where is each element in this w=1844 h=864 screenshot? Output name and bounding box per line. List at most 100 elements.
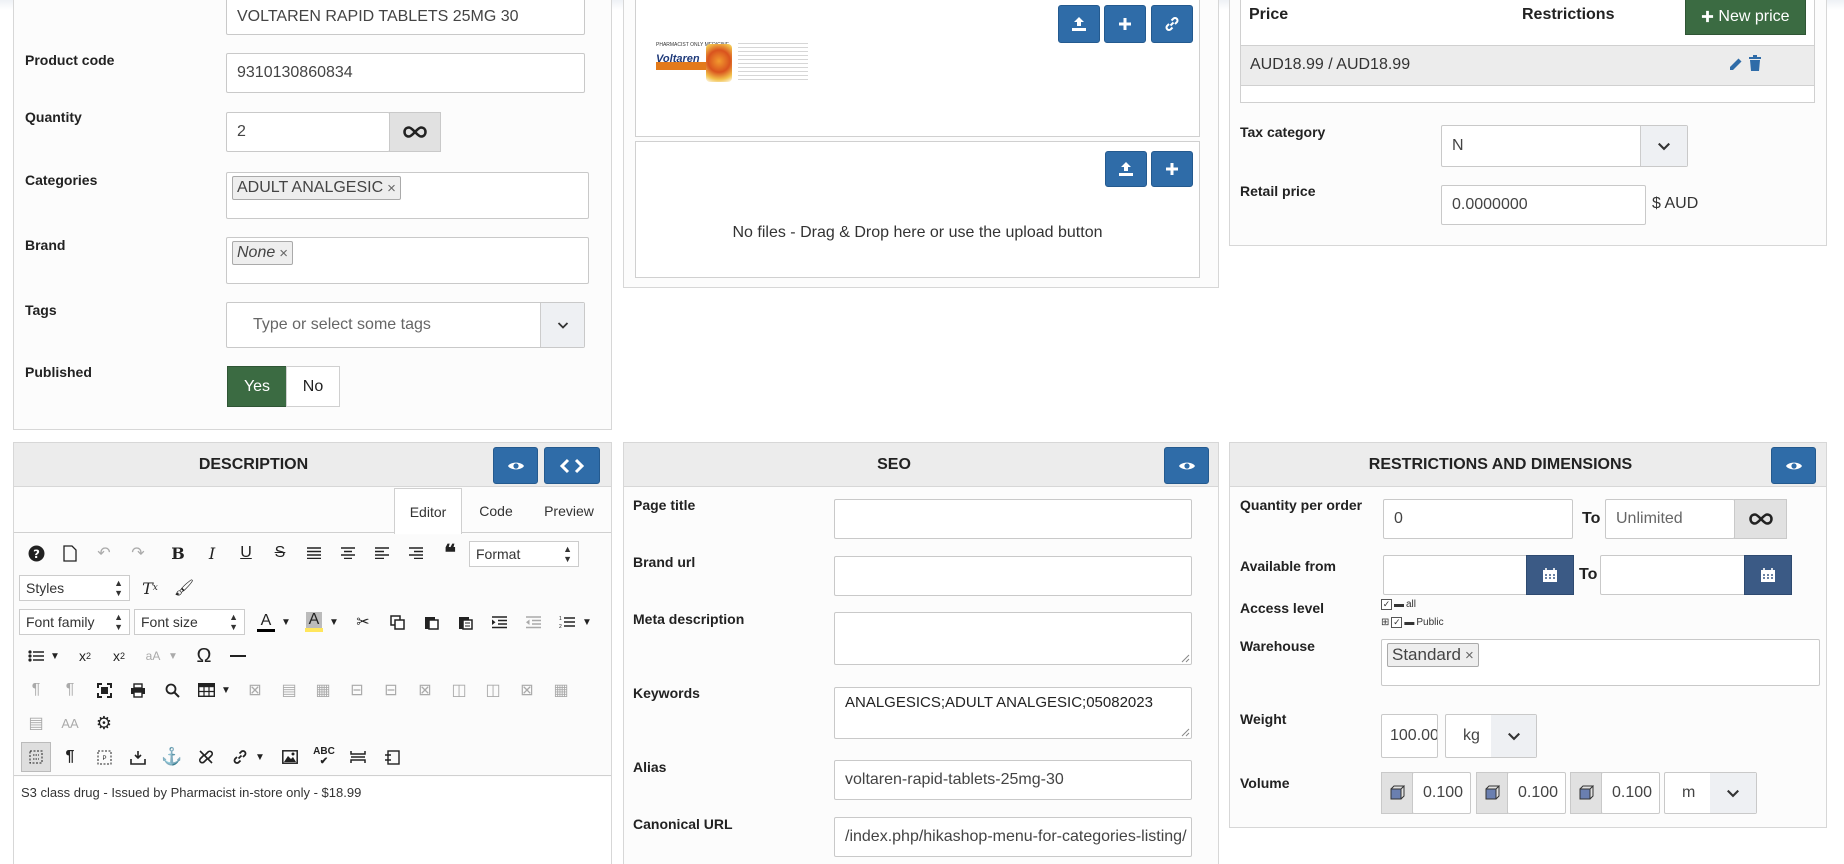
resize-grip-icon[interactable]	[1180, 727, 1190, 737]
horizontal-rule-icon[interactable]	[223, 641, 253, 671]
upload-file-button[interactable]	[1105, 151, 1147, 187]
new-document-icon[interactable]	[55, 538, 85, 568]
access-public-row[interactable]: ⊞ ✓ ▬ Public	[1381, 615, 1444, 629]
image-icon[interactable]	[275, 742, 305, 772]
underline-icon[interactable]: U	[231, 538, 261, 568]
volume-unit-toggle[interactable]	[1710, 773, 1756, 813]
brand-url-input[interactable]	[834, 556, 1192, 596]
checkbox-checked-icon[interactable]: ✓	[1391, 616, 1403, 628]
rtl-icon[interactable]: ¶	[55, 675, 85, 705]
checkbox-checked-icon[interactable]: ✓	[1381, 598, 1392, 610]
table-insert-row-after-icon[interactable]: ⊟	[376, 675, 406, 705]
search-icon[interactable]	[157, 675, 187, 705]
meta-description-textarea[interactable]	[834, 612, 1192, 665]
qty-max-input[interactable]: Unlimited	[1605, 499, 1735, 539]
product-code-input[interactable]: 9310130860834	[226, 53, 585, 93]
retail-price-input[interactable]: 0.0000000	[1441, 185, 1646, 225]
cut-icon[interactable]: ✂	[348, 607, 378, 637]
change-case-icon[interactable]: aA	[138, 641, 168, 671]
redo-icon[interactable]: ↷	[123, 538, 153, 568]
weight-unit-toggle[interactable]	[1491, 715, 1536, 757]
edit-price-icon[interactable]	[1728, 56, 1744, 76]
table-insert-col-before-icon[interactable]: ◫	[444, 675, 474, 705]
expand-icon[interactable]: ⊞	[1381, 617, 1389, 628]
strikethrough-icon[interactable]: S	[265, 538, 295, 568]
table-row-props-icon[interactable]: ▤	[274, 675, 304, 705]
format-select[interactable]: Format ▲ ▼	[469, 541, 579, 567]
paste-icon[interactable]	[416, 607, 446, 637]
unlimited-quantity-button[interactable]	[389, 112, 441, 152]
paste-text-icon[interactable]	[450, 607, 480, 637]
new-price-button[interactable]: New price	[1685, 0, 1806, 35]
anchor-icon[interactable]: ⚓	[157, 742, 187, 772]
visual-blocks-icon[interactable]	[21, 742, 51, 772]
superscript-icon[interactable]: x2	[104, 641, 134, 671]
available-from-calendar-button[interactable]	[1526, 555, 1574, 595]
available-to-calendar-button[interactable]	[1744, 555, 1792, 595]
align-center-icon[interactable]	[333, 538, 363, 568]
gear-icon[interactable]: ⚙	[89, 708, 119, 738]
table-delete-icon[interactable]: ⊠	[240, 675, 270, 705]
volume-width-input[interactable]: 0.100	[1507, 772, 1566, 814]
tab-preview[interactable]: Preview	[535, 488, 603, 533]
published-yes-button[interactable]: Yes	[227, 366, 287, 407]
table-delete-row-icon[interactable]: ⊠	[410, 675, 440, 705]
tax-dropdown-toggle[interactable]	[1640, 126, 1687, 166]
insert-icon[interactable]	[123, 742, 153, 772]
resize-grip-icon[interactable]	[1180, 653, 1190, 663]
table-cell-props-icon[interactable]: ▦	[308, 675, 338, 705]
access-all-row[interactable]: ✓ ▬ all	[1381, 597, 1444, 611]
tags-select[interactable]: Type or select some tags	[226, 302, 585, 348]
text-color-icon[interactable]: A	[251, 607, 281, 637]
subscript-icon[interactable]: x2	[70, 641, 100, 671]
unlink-icon[interactable]	[191, 742, 221, 772]
link-image-button[interactable]	[1151, 5, 1193, 43]
clear-formatting-icon[interactable]: Tx	[135, 573, 165, 603]
restrictions-preview-button[interactable]	[1771, 447, 1816, 484]
link-dropdown-icon[interactable]: ▼	[252, 742, 268, 772]
show-invisibles-icon[interactable]: ¶	[55, 742, 85, 772]
tab-code[interactable]: Code	[465, 488, 527, 533]
font-case-icon[interactable]: AA	[55, 708, 85, 738]
table-icon[interactable]	[191, 675, 221, 705]
add-image-button[interactable]	[1104, 5, 1146, 43]
numbered-list-icon[interactable]: 12	[552, 607, 582, 637]
link-icon[interactable]	[225, 742, 255, 772]
warehouse-chip[interactable]: Standard ×	[1387, 643, 1479, 667]
quantity-input[interactable]: 2	[226, 112, 390, 152]
blockquote-icon[interactable]: ❝	[435, 538, 465, 568]
product-image-thumbnail[interactable]: PHARMACIST ONLY MEDICINE Voltaren Rapid …	[654, 40, 808, 84]
remove-brand-icon[interactable]: ×	[279, 245, 288, 262]
special-character-icon[interactable]: Ω	[189, 641, 219, 671]
font-family-select[interactable]: Font family ▲ ▼	[19, 609, 130, 635]
outdent-icon[interactable]	[518, 607, 548, 637]
qty-unlimited-button[interactable]	[1734, 499, 1787, 539]
text-color-dropdown-icon[interactable]: ▼	[278, 607, 294, 637]
tab-editor[interactable]: Editor	[394, 488, 462, 534]
format-painter-icon[interactable]: 🖌	[169, 573, 199, 603]
canonical-url-input[interactable]: /index.php/hikashop-menu-for-categories-…	[834, 817, 1192, 857]
table-dropdown-icon[interactable]: ▼	[218, 675, 234, 705]
available-to-input[interactable]	[1600, 555, 1748, 595]
remove-warehouse-icon[interactable]: ×	[1465, 647, 1474, 664]
description-code-button[interactable]	[544, 447, 600, 484]
styles-select[interactable]: Styles ▲ ▼	[19, 575, 130, 601]
upload-image-button[interactable]	[1058, 5, 1100, 43]
alias-input[interactable]: voltaren-rapid-tablets-25mg-30	[834, 760, 1192, 800]
volume-length-input[interactable]: 0.100	[1412, 772, 1471, 814]
product-name-input[interactable]: VOLTAREN RAPID TABLETS 25MG 30	[226, 0, 585, 35]
volume-height-input[interactable]: 0.100	[1601, 772, 1660, 814]
delete-price-icon[interactable]	[1748, 55, 1762, 76]
background-color-dropdown-icon[interactable]: ▼	[326, 607, 342, 637]
category-chip[interactable]: ADULT ANALGESIC ×	[232, 176, 401, 200]
table-split-cells-icon[interactable]: ▦	[546, 675, 576, 705]
ltr-icon[interactable]: ¶	[21, 675, 51, 705]
undo-icon[interactable]: ↶	[89, 538, 119, 568]
weight-input[interactable]: 100.000	[1381, 714, 1438, 758]
brand-chip[interactable]: None ×	[232, 241, 294, 265]
font-size-select[interactable]: Font size ▲ ▼	[134, 609, 245, 635]
published-no-button[interactable]: No	[286, 366, 340, 407]
table-delete-col-icon[interactable]: ⊠	[512, 675, 542, 705]
numbered-list-dropdown-icon[interactable]: ▼	[579, 607, 595, 637]
tags-dropdown-toggle[interactable]	[540, 303, 584, 347]
